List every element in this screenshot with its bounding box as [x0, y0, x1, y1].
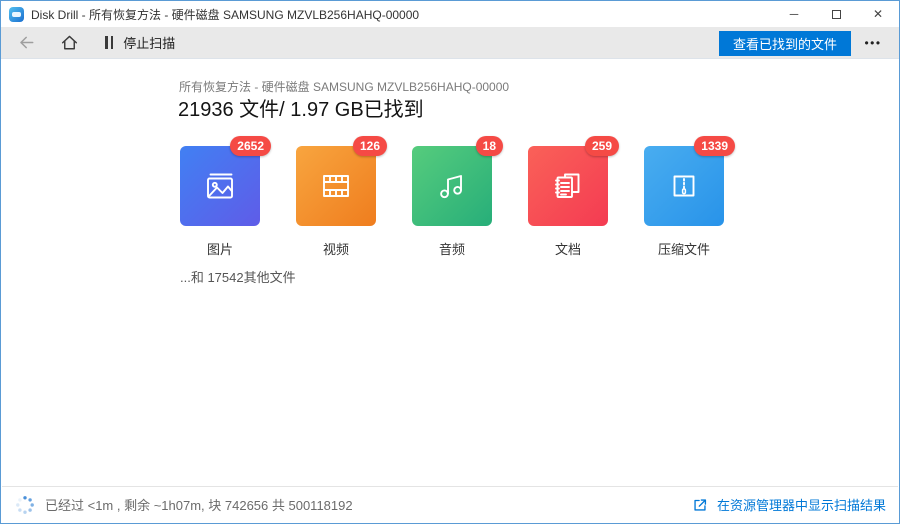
open-external-icon — [691, 496, 709, 514]
window-title: Disk Drill - 所有恢复方法 - 硬件磁盘 SAMSUNG MZVLB… — [31, 6, 419, 23]
category-archives: 1339 压缩文件 — [644, 146, 724, 258]
category-documents: 259 文档 — [528, 146, 608, 258]
picture-icon — [200, 166, 240, 206]
videos-tile[interactable]: 126 — [296, 146, 376, 226]
back-button[interactable] — [17, 33, 36, 52]
stop-scan-label: 停止扫描 — [123, 33, 175, 52]
window-controls: ─ ✕ — [773, 1, 899, 27]
documents-label: 文档 — [528, 239, 608, 258]
toolbar: 停止扫描 查看已找到的文件 ••• — [1, 27, 899, 59]
category-videos: 126 视频 — [296, 146, 376, 258]
images-tile[interactable]: 2652 — [180, 146, 260, 226]
documents-count-badge: 259 — [585, 136, 619, 156]
pause-icon — [105, 36, 113, 49]
stop-scan-button[interactable]: 停止扫描 — [105, 33, 175, 52]
documents-tile[interactable]: 259 — [528, 146, 608, 226]
home-icon — [60, 33, 79, 52]
film-icon — [316, 166, 356, 206]
maximize-button[interactable] — [815, 1, 857, 27]
audio-label: 音频 — [412, 239, 492, 258]
close-icon: ✕ — [873, 7, 883, 21]
archives-count-badge: 1339 — [694, 136, 735, 156]
disk-drill-window: Disk Drill - 所有恢复方法 - 硬件磁盘 SAMSUNG MZVLB… — [0, 0, 900, 524]
category-images: 2652 图片 — [180, 146, 260, 258]
archives-label: 压缩文件 — [644, 239, 724, 258]
scan-progress-text: 已经过 <1m , 剩余 ~1h07m, 块 742656 共 50011819… — [45, 495, 353, 514]
back-arrow-icon — [17, 33, 36, 52]
scan-results-panel: 所有恢复方法 - 硬件磁盘 SAMSUNG MZVLB256HAHQ-00000… — [2, 60, 898, 486]
minimize-icon: ─ — [790, 7, 799, 21]
document-icon — [548, 166, 588, 206]
show-in-explorer-label: 在资源管理器中显示扫描结果 — [717, 495, 886, 514]
disk-drill-logo-icon — [9, 7, 24, 22]
show-in-explorer-link[interactable]: 在资源管理器中显示扫描结果 — [691, 495, 886, 514]
title-bar: Disk Drill - 所有恢复方法 - 硬件磁盘 SAMSUNG MZVLB… — [1, 1, 899, 27]
music-icon — [432, 166, 472, 206]
status-bar: 已经过 <1m , 剩余 ~1h07m, 块 742656 共 50011819… — [2, 486, 898, 522]
archives-tile[interactable]: 1339 — [644, 146, 724, 226]
found-summary-heading: 21936 文件/ 1.97 GB已找到 — [178, 93, 424, 122]
more-menu-button[interactable]: ••• — [855, 27, 891, 59]
audio-tile[interactable]: 18 — [412, 146, 492, 226]
videos-count-badge: 126 — [353, 136, 387, 156]
videos-label: 视频 — [296, 239, 376, 258]
progress-spinner-icon — [15, 495, 35, 515]
other-files-text: ...和 17542其他文件 — [180, 267, 296, 286]
images-label: 图片 — [180, 239, 260, 258]
minimize-button[interactable]: ─ — [773, 1, 815, 27]
maximize-icon — [832, 10, 841, 19]
category-tiles: 2652 图片 126 — [180, 146, 724, 258]
close-button[interactable]: ✕ — [857, 1, 899, 27]
category-audio: 18 音频 — [412, 146, 492, 258]
audio-count-badge: 18 — [476, 136, 503, 156]
archive-icon — [664, 166, 704, 206]
home-button[interactable] — [60, 33, 79, 52]
ellipsis-icon: ••• — [864, 36, 881, 50]
images-count-badge: 2652 — [230, 136, 271, 156]
view-found-files-button[interactable]: 查看已找到的文件 — [719, 31, 851, 56]
